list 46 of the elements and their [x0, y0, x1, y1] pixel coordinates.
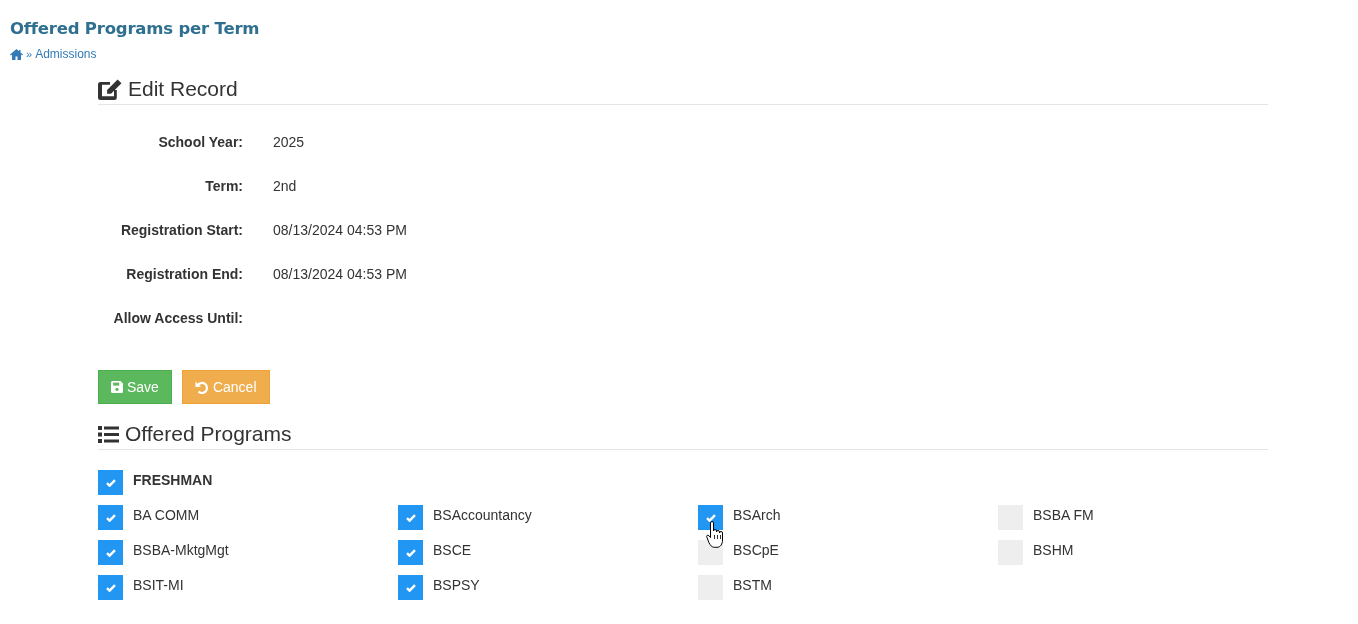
- checkbox-label[interactable]: BA COMM: [133, 505, 200, 525]
- checkbox[interactable]: [698, 505, 723, 530]
- checkbox-label[interactable]: BSPSY: [433, 575, 480, 595]
- field-label: Registration Start:: [120, 221, 243, 240]
- undo-arrow-icon: [194, 380, 208, 394]
- check-icon: [405, 548, 416, 557]
- field-value: 08/13/2024 04:53 PM: [273, 265, 407, 284]
- page-title: Offered Programs per Term: [10, 18, 260, 40]
- check-icon: [405, 583, 416, 592]
- checkbox-label[interactable]: BSTM: [733, 575, 772, 595]
- checkbox[interactable]: [398, 505, 423, 530]
- checkbox-label[interactable]: BSCpE: [733, 540, 779, 560]
- list-icon: [98, 425, 119, 443]
- check-icon: [105, 548, 116, 557]
- check-icon: [105, 478, 116, 487]
- checkbox-label[interactable]: BSArch: [733, 505, 781, 525]
- section-title: Offered Programs: [125, 421, 292, 447]
- checkbox[interactable]: [398, 540, 423, 565]
- checkbox-label[interactable]: BSBA FM: [1033, 505, 1094, 525]
- home-icon[interactable]: [10, 48, 23, 60]
- checkbox[interactable]: [98, 575, 123, 600]
- hand-cursor-icon: [706, 521, 724, 548]
- checkbox[interactable]: [98, 505, 123, 530]
- field-value: 2025: [273, 133, 305, 152]
- checkbox[interactable]: [398, 575, 423, 600]
- checkbox-label[interactable]: BSCE: [433, 540, 472, 560]
- checkbox-label[interactable]: BSIT-MI: [133, 575, 184, 595]
- edit-icon: [98, 78, 122, 100]
- checkbox-label[interactable]: BSAccountancy: [433, 505, 532, 525]
- breadcrumb-link[interactable]: Admissions: [35, 46, 97, 62]
- field-label: Registration End:: [126, 265, 243, 284]
- field-label: School Year:: [158, 133, 243, 152]
- check-icon: [105, 583, 116, 592]
- field-value: 2nd: [273, 177, 297, 196]
- breadcrumb-separator: »: [26, 47, 33, 62]
- field-value: 08/13/2024 04:53 PM: [273, 221, 407, 240]
- field-label: Allow Access Until:: [113, 309, 243, 328]
- field-label: Term:: [205, 177, 243, 196]
- checkbox-label[interactable]: FRESHMAN: [133, 470, 213, 490]
- checkbox[interactable]: [98, 470, 123, 495]
- section-title: Edit Record: [128, 76, 238, 102]
- checkbox-label[interactable]: BSBA-MktgMgt: [133, 540, 229, 560]
- checkbox-label[interactable]: BSHM: [1033, 540, 1074, 560]
- check-icon: [405, 513, 416, 522]
- checkbox[interactable]: [98, 540, 123, 565]
- check-icon: [105, 513, 116, 522]
